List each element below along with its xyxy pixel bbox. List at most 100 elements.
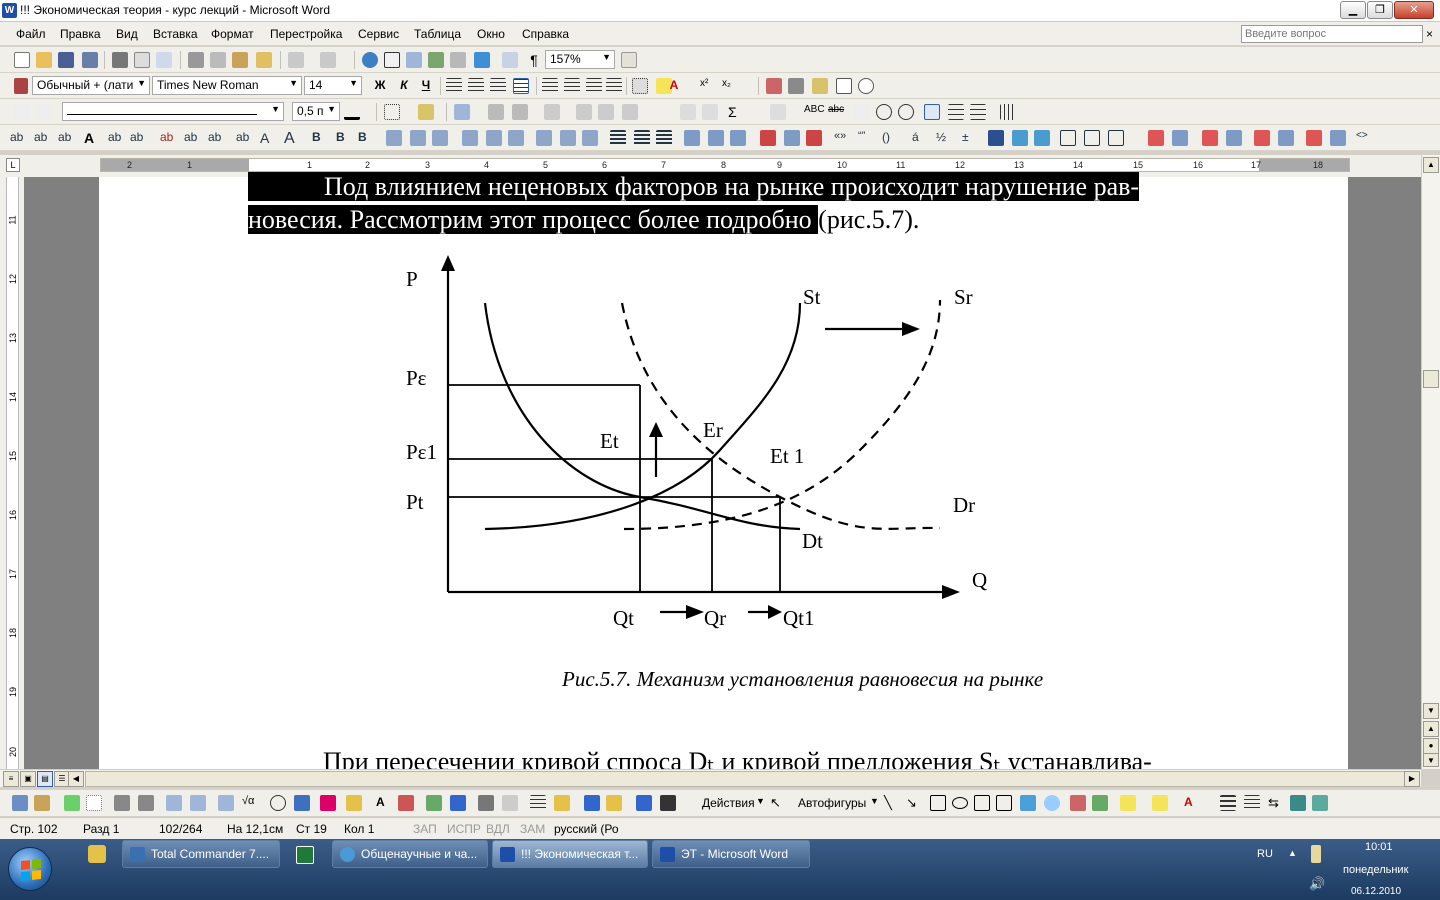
tray-date[interactable]: 06.12.2010 [1351,886,1401,897]
3d-style-icon[interactable] [1312,795,1328,811]
parens-icon[interactable]: () [882,130,898,146]
style-select[interactable]: Обычный + (лати ▼ [32,76,150,95]
paragraph-2-line-1[interactable]: При пересечении кривой спроса Dₜ и криво… [323,746,1152,769]
status-record[interactable]: ЗАП [413,822,437,836]
increase-indent-icon[interactable] [606,78,622,94]
tray-day[interactable]: понедельник [1343,864,1408,876]
task-word-economics[interactable]: !!! Экономическая т... [492,840,648,868]
scroll-left-icon[interactable]: ◀ [68,771,84,787]
scroll-up-icon[interactable]: ▲ [1423,157,1439,173]
line-style-select[interactable]: ▼ [62,102,284,121]
draw-tool-19-icon[interactable] [606,795,622,811]
tb-red-3-icon[interactable] [1254,130,1270,146]
pencil-icon[interactable] [14,104,30,120]
draw-tool-15-icon[interactable] [502,795,518,811]
spacing-2-icon[interactable] [970,104,986,120]
line-spacing-icon[interactable] [924,104,940,120]
tb-blue-2-icon[interactable] [1226,130,1242,146]
paste-icon[interactable] [232,52,248,68]
font-size-select[interactable]: 14 ▼ [304,76,362,95]
draw-tool-21-icon[interactable] [660,795,676,811]
scroll-down-icon[interactable]: ▼ [1423,703,1439,719]
outside-border-icon[interactable] [384,104,400,120]
menu-tools[interactable]: Сервис [358,27,399,41]
enclose-char-icon[interactable] [876,104,892,120]
start-button[interactable] [8,847,52,891]
tray-battery-icon[interactable] [1311,845,1321,863]
b-1-icon[interactable]: B [312,130,328,146]
menu-rearrange[interactable]: Перестройка [270,27,342,41]
insert-table-2-icon[interactable] [454,104,470,120]
vertical-scrollbar[interactable]: ▲ ▼ ▲ ● ▼ [1421,155,1440,769]
distribute-1-icon[interactable] [610,130,626,146]
insert-excel-icon[interactable] [428,52,444,68]
draw-tool-16-icon[interactable] [530,795,546,811]
draw-print-icon[interactable] [478,795,494,811]
layout-4-icon[interactable] [462,130,478,146]
split-cells-icon[interactable] [512,104,528,120]
tray-volume-icon[interactable]: 🔊 [1309,876,1325,892]
dash-style-icon[interactable] [1244,795,1260,811]
text-fit-icon[interactable] [854,104,870,120]
layout-7-icon[interactable] [536,130,552,146]
bullets-icon[interactable] [564,78,580,94]
draw-tool-14-icon[interactable] [426,795,442,811]
print-layout-icon[interactable]: ▤ [37,771,53,787]
tray-time[interactable]: 10:01 [1365,841,1393,853]
ab-4-icon[interactable]: ab [108,130,124,146]
task-browser[interactable]: Общенаучные и ча... [332,840,488,868]
tb-red-2-icon[interactable] [1202,130,1218,146]
accent-a-icon[interactable]: á [912,130,928,146]
quicklaunch-icon[interactable] [88,845,106,863]
oval-icon[interactable] [952,797,968,809]
draw-tool-20-icon[interactable] [636,795,652,811]
zoom-select[interactable]: 157% ▼ [545,50,615,69]
shape-2-icon[interactable] [1034,130,1050,146]
menu-edit[interactable]: Правка [60,27,101,41]
align-cells-icon[interactable] [544,104,560,120]
print-preview-icon[interactable] [134,52,150,68]
sort-descending-icon[interactable] [702,104,718,120]
sort-ascending-icon[interactable] [680,104,696,120]
format-icon[interactable] [812,78,828,94]
copy-icon[interactable] [210,52,226,68]
menu-format[interactable]: Формат [211,27,254,41]
spelling-icon[interactable] [156,52,172,68]
status-extend[interactable]: ВДЛ [486,822,510,836]
underline-button[interactable]: Ч [418,78,434,94]
show-formatting-icon[interactable]: ¶ [526,52,542,68]
font-a2-icon[interactable]: A [260,130,276,146]
layout-3-icon[interactable] [432,130,448,146]
task-word-et[interactable]: ЭТ - Microsoft Word [652,840,810,868]
font-color-icon[interactable]: A [666,78,682,94]
figure-caption[interactable]: Рис.5.7. Механизм установления равновеси… [562,667,1043,692]
minimize-icon[interactable]: ▁ [1340,1,1366,19]
distribute-2-icon[interactable] [634,130,650,146]
open-folder-icon[interactable] [36,52,52,68]
box-1-icon[interactable] [1060,130,1076,146]
table-autoformat-icon[interactable] [622,104,638,120]
draw-tool-5-icon[interactable] [114,795,130,811]
draw-tool-6-icon[interactable] [138,795,154,811]
textbox-icon[interactable] [974,795,990,811]
figure-reference[interactable]: (рис.5.7). [818,205,919,234]
arrow-1-icon[interactable] [760,130,776,146]
draw-tool-3-icon[interactable] [64,795,80,811]
plus-minus-icon[interactable]: ± [962,130,978,146]
draw-tool-17-icon[interactable] [554,795,570,811]
layout-9-icon[interactable] [582,130,598,146]
indent-1-icon[interactable] [684,130,700,146]
line-style-icon[interactable] [1220,795,1236,811]
border-color-icon[interactable] [344,104,360,120]
equilibrium-figure[interactable]: P Q Pε Pε1 Pt Qt Qr Qt1 Et Er Et 1 St Sr… [380,245,1020,645]
layout-8-icon[interactable] [560,130,576,146]
close-document-icon[interactable]: × [1426,27,1433,41]
select-objects-icon[interactable]: ↖ [770,795,786,811]
draw-tool-12-icon[interactable] [346,795,362,811]
tray-expand-icon[interactable]: ▲ [1288,848,1297,858]
fill-color-icon[interactable] [1120,795,1136,811]
draw-tool-18-icon[interactable] [584,795,600,811]
tables-borders-icon[interactable] [384,52,400,68]
b-2-icon[interactable]: B [336,130,352,146]
strikethrough-abc-icon[interactable]: abc [828,104,844,120]
